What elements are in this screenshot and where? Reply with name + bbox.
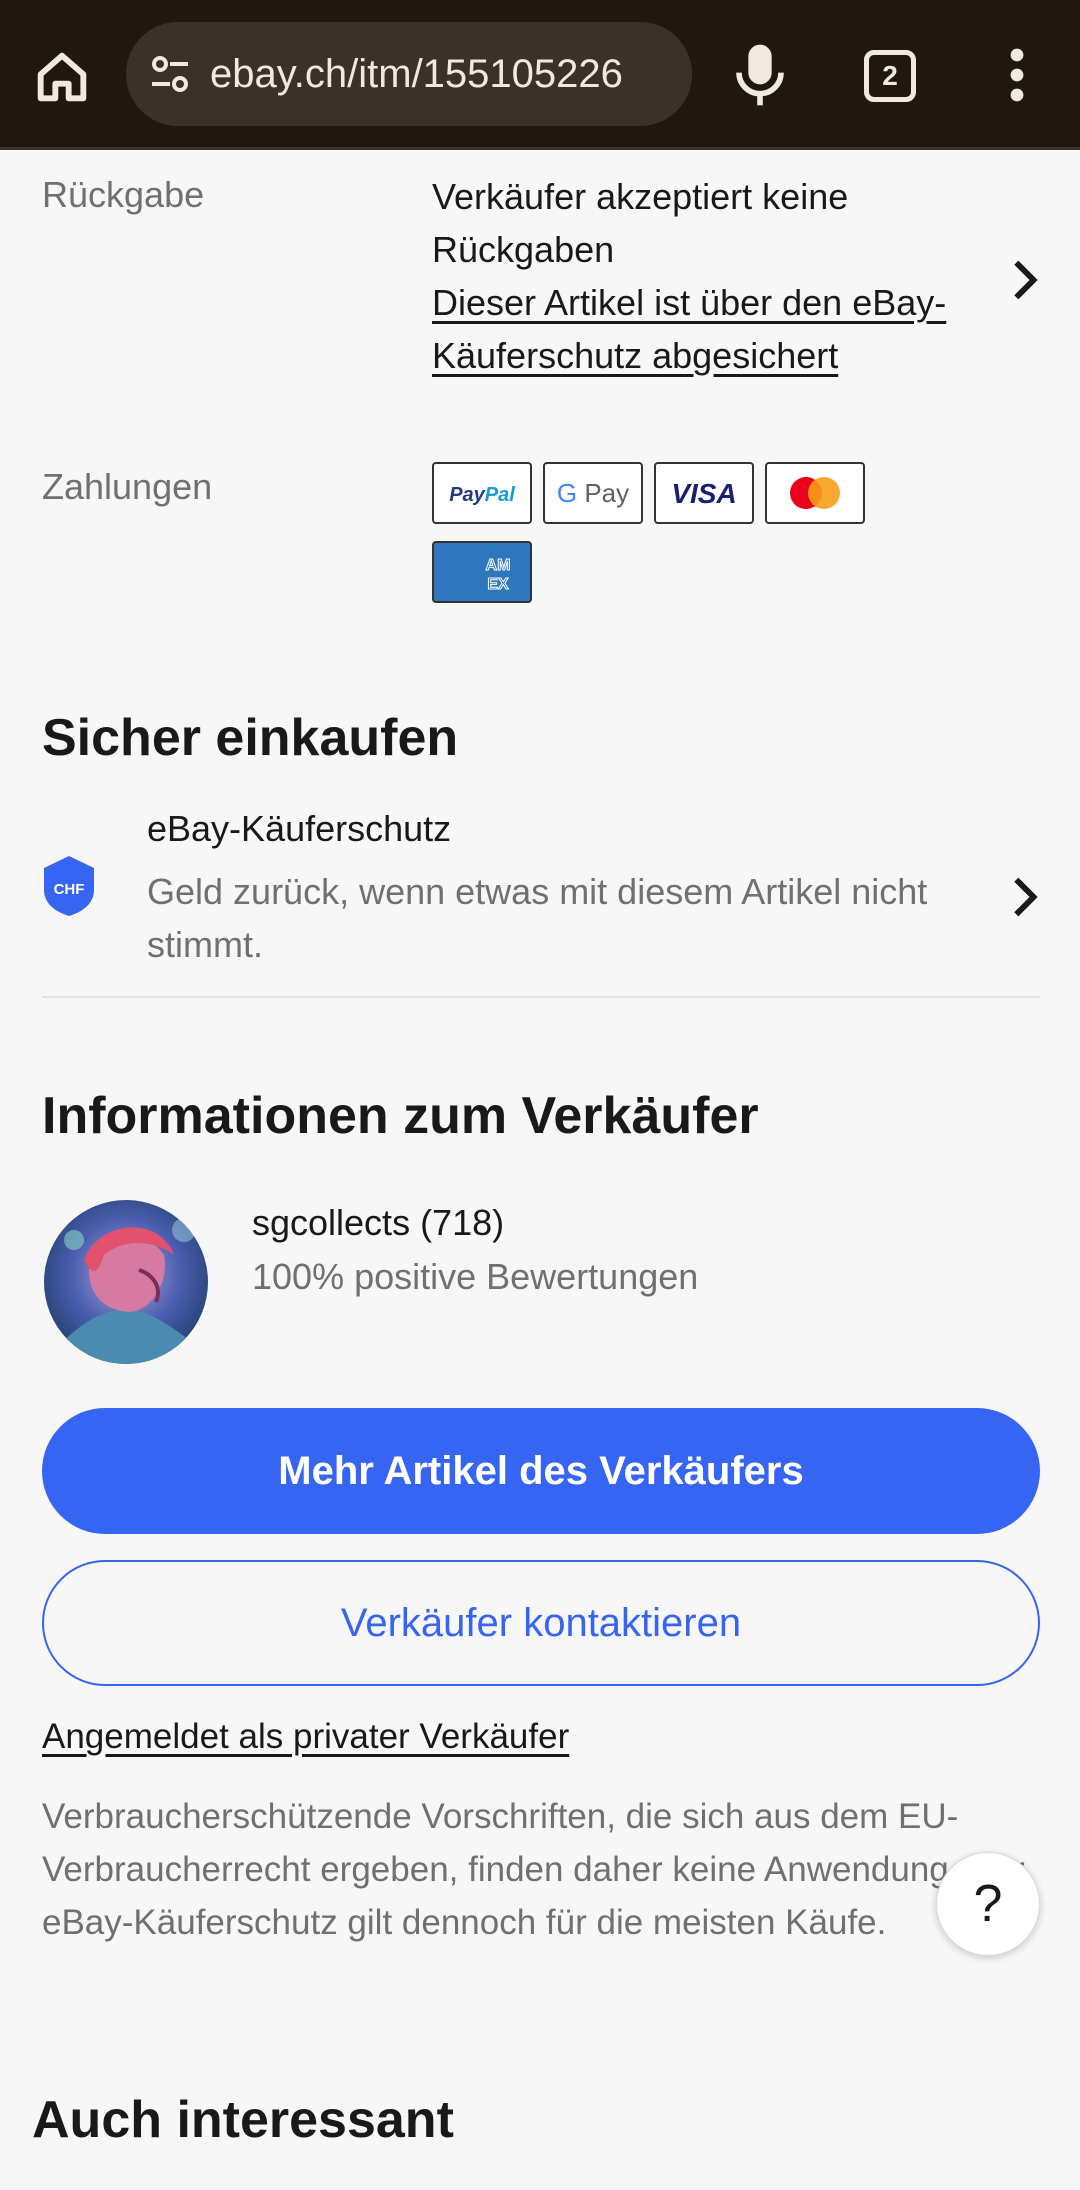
svg-text:CHF: CHF — [54, 881, 85, 898]
more-seller-items-button[interactable]: Mehr Artikel des Verkäufers — [42, 1408, 1040, 1534]
buyer-protection-text: Geld zurück, wenn etwas mit diesem Artik… — [147, 871, 928, 965]
microphone-icon[interactable] — [732, 40, 788, 110]
mastercard-logo — [765, 462, 865, 524]
paypal-logo: PayPal — [432, 462, 532, 524]
svg-text:AM: AM — [486, 557, 511, 574]
also-interesting-heading: Auch interessant — [32, 2091, 454, 2149]
returns-label: Rückgabe — [42, 174, 205, 215]
svg-text:VISA: VISA — [671, 478, 736, 509]
contact-seller-button[interactable]: Verkäufer kontaktieren — [42, 1560, 1040, 1686]
returns-text: Verkäufer akzeptiert keine Rückgaben — [432, 176, 849, 270]
private-seller-link[interactable]: Angemeldet als privater Verkäufer — [42, 1710, 569, 1763]
safe-shopping-heading: Sicher einkaufen — [42, 709, 459, 767]
google-pay-logo: G Pay — [543, 462, 643, 524]
payments-label: Zahlungen — [42, 466, 213, 507]
seller-info-heading: Informationen zum Verkäufer — [42, 1087, 759, 1145]
seller-feedback: 100% positive Bewertungen — [252, 1256, 699, 1297]
url-text[interactable]: ebay.ch/itm/155105226 — [210, 22, 623, 126]
divider — [42, 996, 1040, 998]
address-bar[interactable]: ebay.ch/itm/155105226 — [126, 22, 692, 126]
amex-logo: AM EX — [432, 541, 532, 603]
buyer-protection-title: eBay-Käuferschutz — [147, 808, 452, 849]
home-icon[interactable] — [30, 45, 94, 109]
tabs-icon[interactable]: 2 — [864, 50, 916, 102]
seller-avatar[interactable] — [44, 1200, 208, 1364]
svg-text:PayPal: PayPal — [449, 484, 515, 506]
svg-text:EX: EX — [487, 576, 509, 593]
shield-icon: CHF — [44, 856, 94, 916]
site-settings-icon[interactable] — [146, 50, 194, 98]
more-vert-icon[interactable] — [1000, 45, 1034, 105]
svg-text:G Pay: G Pay — [557, 478, 629, 508]
visa-logo: VISA — [654, 462, 754, 524]
help-button[interactable]: ? — [936, 1852, 1040, 1956]
browser-toolbar: ebay.ch/itm/155105226 2 — [0, 0, 1080, 150]
buyer-protection-link[interactable]: Dieser Artikel ist über den eBay-Käufers… — [432, 276, 952, 382]
consumer-law-notice: Verbraucherschützende Vorschriften, die … — [42, 1797, 1025, 1942]
chevron-right-icon[interactable] — [1004, 255, 1044, 305]
chevron-right-icon — [1014, 877, 1038, 917]
seller-name[interactable]: sgcollects (718) — [252, 1196, 504, 1249]
